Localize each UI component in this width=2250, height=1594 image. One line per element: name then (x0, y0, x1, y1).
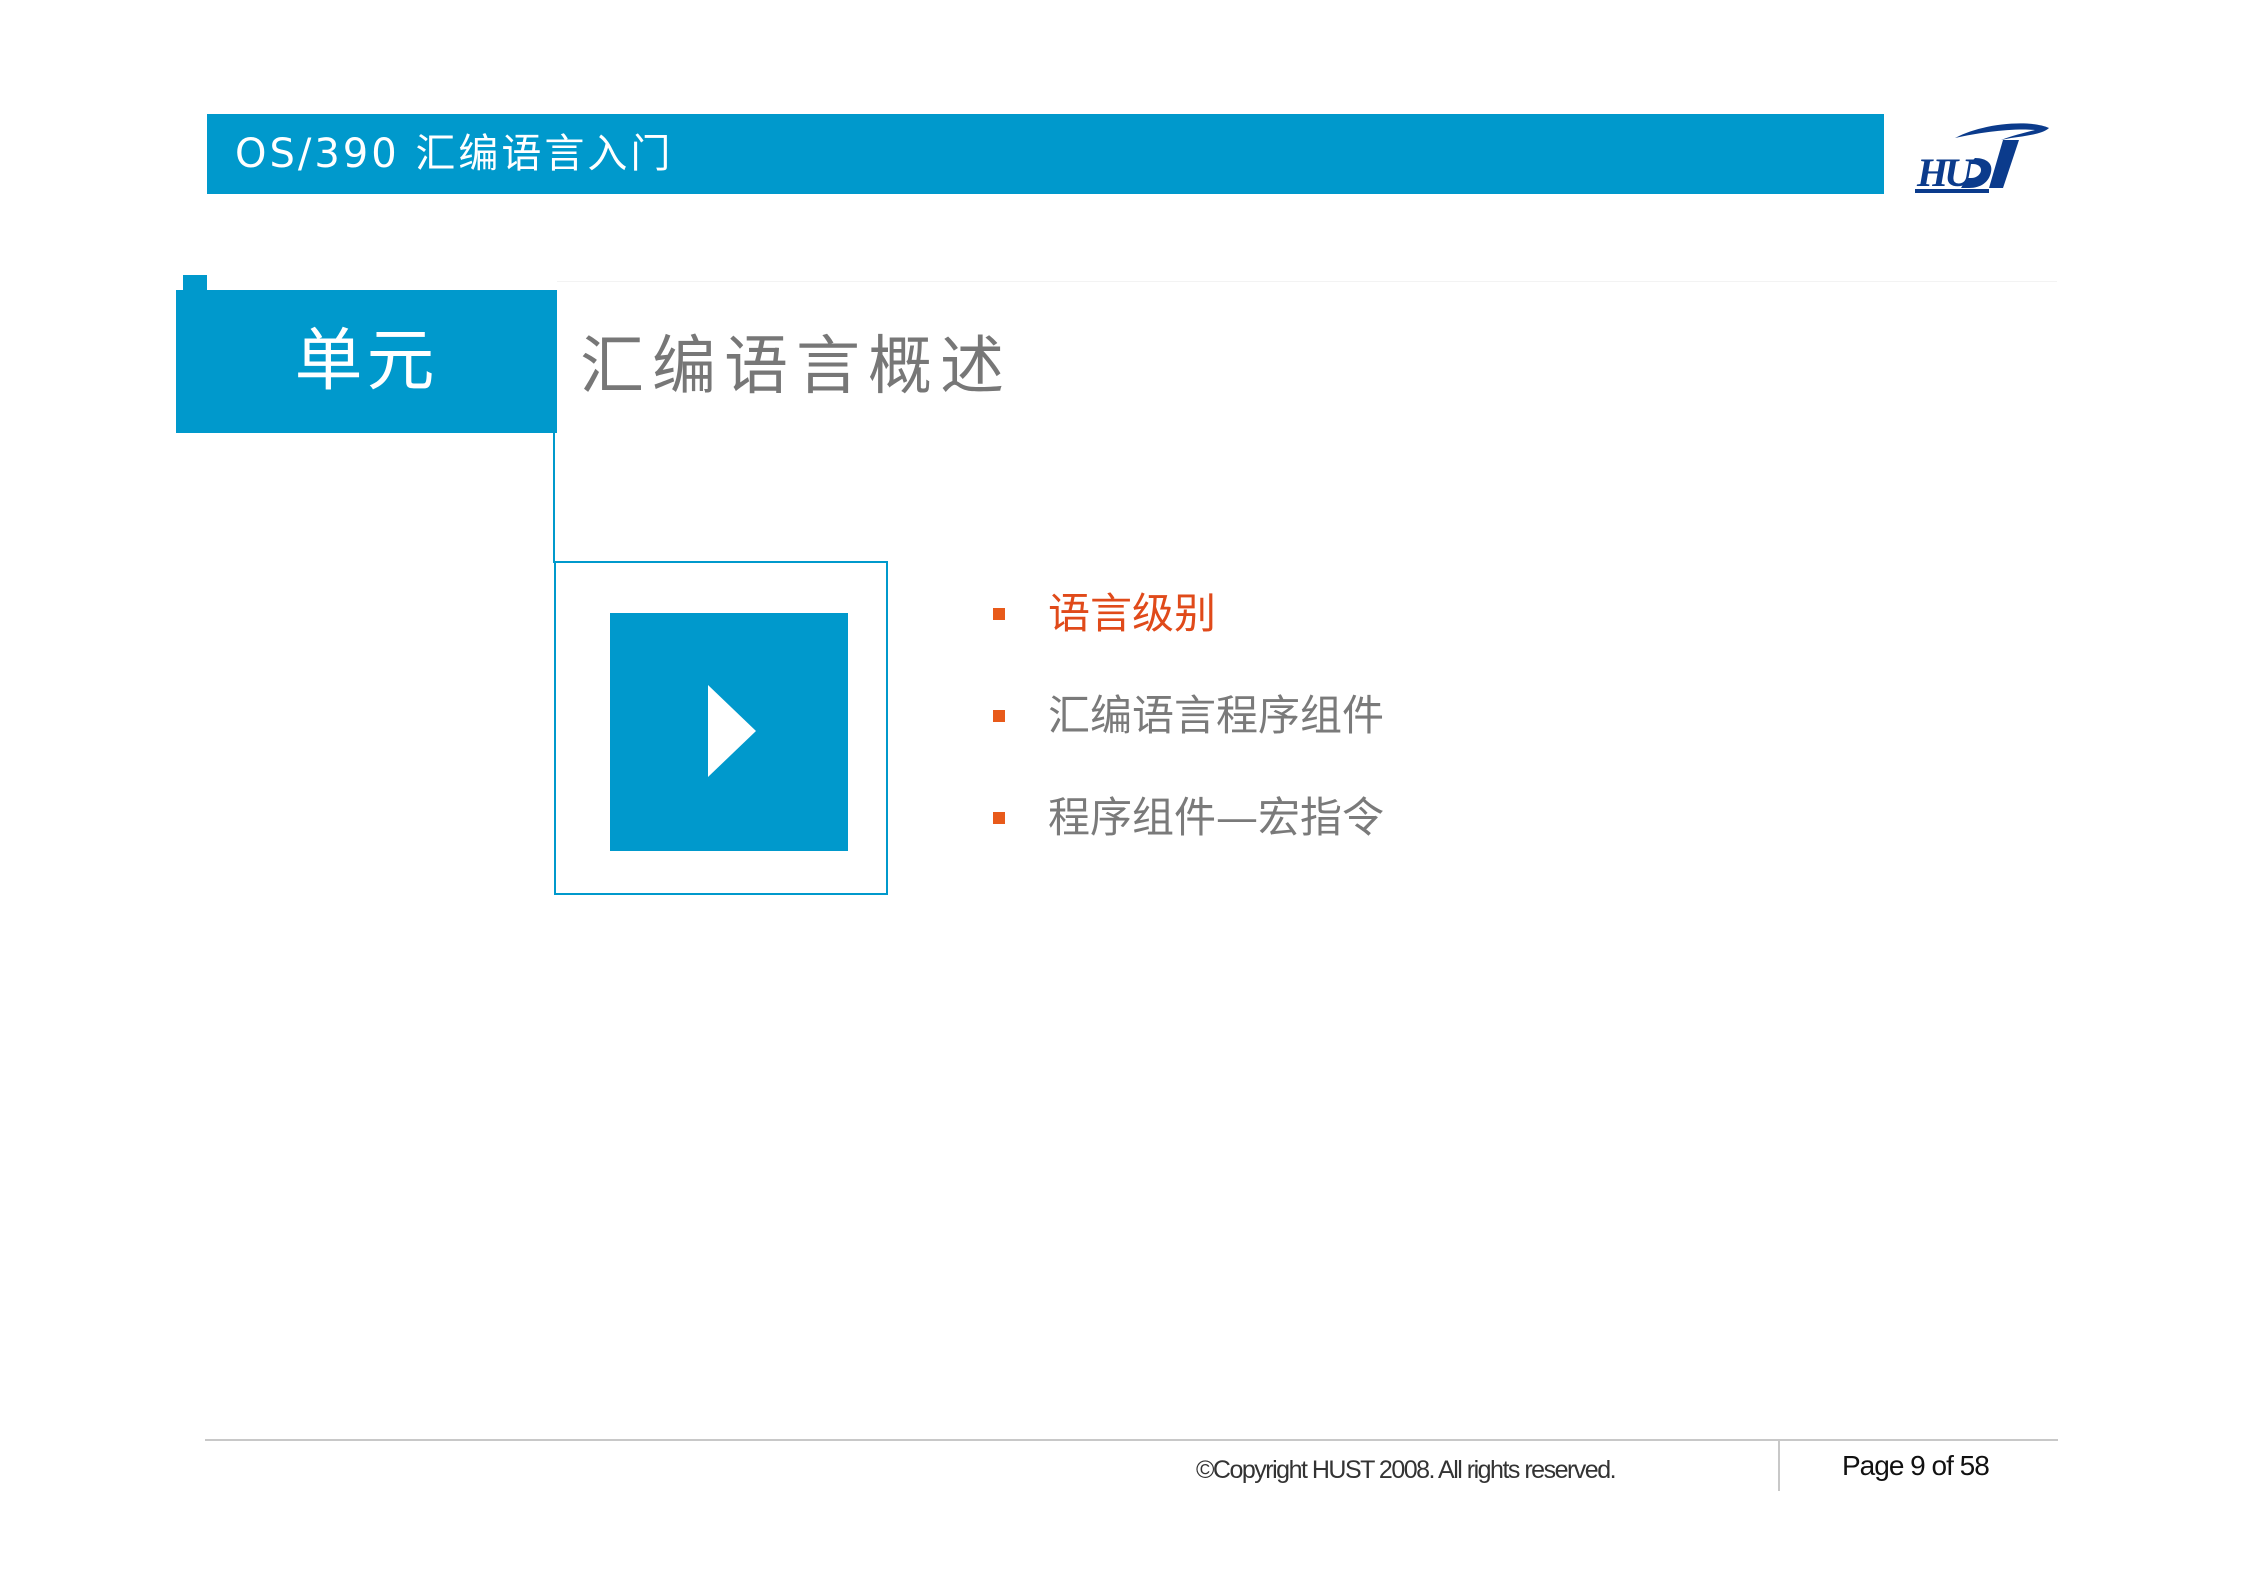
play-icon (708, 685, 756, 777)
connector-line (553, 433, 555, 563)
copyright-text: ©Copyright HUST 2008. All rights reserve… (1196, 1456, 1617, 1484)
header-bar: OS/390 汇编语言入门 (207, 114, 1884, 194)
unit-label: 单元 (294, 322, 439, 401)
footer-rule (205, 1439, 2058, 1441)
play-button[interactable] (610, 613, 848, 851)
page-number: Page 9 of 58 (1842, 1450, 1990, 1481)
list-item-label: 程序组件—宏指令 (1048, 793, 1385, 842)
play-frame[interactable] (554, 561, 888, 895)
list-item-label: 语言级别 (1048, 589, 1217, 638)
bullet-marker-icon (993, 608, 1005, 620)
bullet-marker-icon (993, 710, 1005, 722)
section-title: 汇编语言概述 (580, 330, 1012, 404)
list-item-label: 汇编语言程序组件 (1048, 691, 1385, 740)
unit-box: 单元 (176, 290, 557, 433)
faint-rule (557, 281, 2057, 282)
hust-logo: HU (1915, 118, 2051, 195)
bullet-marker-icon (993, 812, 1005, 824)
header-title: OS/390 汇编语言入门 (235, 131, 674, 177)
footer-divider (1778, 1441, 1780, 1491)
